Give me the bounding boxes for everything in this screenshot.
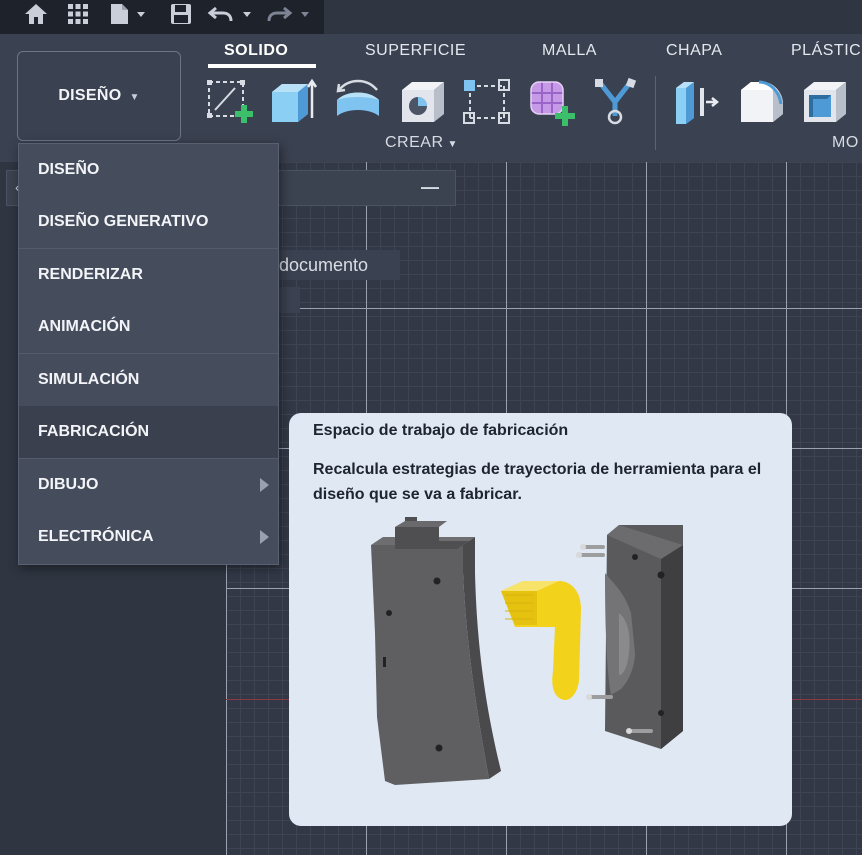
menu-item-simulacion[interactable]: SIMULACIÓN xyxy=(19,354,278,406)
redo-icon[interactable] xyxy=(266,0,316,28)
rectangular-pattern-icon[interactable] xyxy=(462,76,512,126)
grid-icon[interactable] xyxy=(62,0,94,28)
menu-item-dibujo[interactable]: DIBUJO xyxy=(19,459,278,511)
tab-solido[interactable]: SOLIDO xyxy=(224,42,288,60)
workspace-tooltip: Espacio de trabajo de fabricación Recalc… xyxy=(289,413,792,826)
save-icon[interactable] xyxy=(166,0,196,28)
quick-access-toolbar xyxy=(0,0,324,34)
menu-item-diseno[interactable]: DISEÑO xyxy=(19,144,278,196)
create-group-dropdown[interactable]: CREAR ▼ xyxy=(385,134,458,152)
menu-item-label: FABRICACIÓN xyxy=(38,423,150,440)
group-separator xyxy=(655,76,656,150)
menu-item-label: ELECTRÓNICA xyxy=(38,528,154,545)
menu-item-renderizar[interactable]: RENDERIZAR xyxy=(19,249,278,301)
submenu-arrow-icon xyxy=(260,478,269,492)
workspace-switcher-button[interactable]: DISEÑO ▼ xyxy=(17,51,181,141)
menu-item-label: DISEÑO xyxy=(38,161,100,178)
create-sketch-icon[interactable] xyxy=(205,76,255,126)
browser-item-label: l documento xyxy=(270,255,369,275)
press-pull-icon[interactable] xyxy=(672,76,722,126)
mold-right-half xyxy=(576,525,683,749)
yellow-part xyxy=(501,581,581,701)
workspace-menu: DISEÑO DISEÑO GENERATIVO RENDERIZAR ANIM… xyxy=(18,143,279,565)
collapse-icon[interactable]: — xyxy=(421,177,439,198)
caret-down-icon: ▼ xyxy=(129,91,140,103)
extrude-icon[interactable] xyxy=(268,76,318,126)
create-group-label: CREAR xyxy=(385,134,444,151)
active-tab-indicator xyxy=(208,64,316,68)
tab-superficie[interactable]: SUPERFICIE xyxy=(365,42,466,60)
hole-icon[interactable] xyxy=(398,76,448,126)
tab-malla[interactable]: MALLA xyxy=(542,42,597,60)
derive-icon[interactable] xyxy=(591,76,641,126)
menu-item-electronica[interactable]: ELECTRÓNICA xyxy=(19,511,278,563)
submenu-arrow-icon xyxy=(260,530,269,544)
menu-item-label: DIBUJO xyxy=(38,476,99,493)
shell-icon[interactable] xyxy=(800,76,850,126)
grid-major-line xyxy=(226,308,862,309)
menu-item-diseno-generativo[interactable]: DISEÑO GENERATIVO xyxy=(19,196,278,248)
menu-item-animacion[interactable]: ANIMACIÓN xyxy=(19,301,278,353)
workspace-label: DISEÑO xyxy=(58,87,122,104)
fillet-icon[interactable] xyxy=(737,76,787,126)
revolve-icon[interactable] xyxy=(333,76,383,126)
menu-item-label: ANIMACIÓN xyxy=(38,318,131,335)
caret-down-icon: ▼ xyxy=(447,139,458,150)
menu-item-fabricacion[interactable]: FABRICACIÓN xyxy=(19,406,278,458)
modify-group-label[interactable]: MO xyxy=(832,134,859,152)
tab-plastico[interactable]: PLÁSTIC xyxy=(791,42,861,60)
mold-left-half xyxy=(371,517,501,785)
file-icon[interactable] xyxy=(106,0,152,28)
menu-item-label: DISEÑO GENERATIVO xyxy=(38,213,209,230)
menu-item-label: SIMULACIÓN xyxy=(38,371,140,388)
tab-chapa[interactable]: CHAPA xyxy=(666,42,722,60)
create-form-icon[interactable] xyxy=(527,76,577,126)
menu-item-label: RENDERIZAR xyxy=(38,266,143,283)
mold-exploded-illustration xyxy=(371,517,683,785)
undo-icon[interactable] xyxy=(206,0,256,28)
home-icon[interactable] xyxy=(20,0,52,28)
